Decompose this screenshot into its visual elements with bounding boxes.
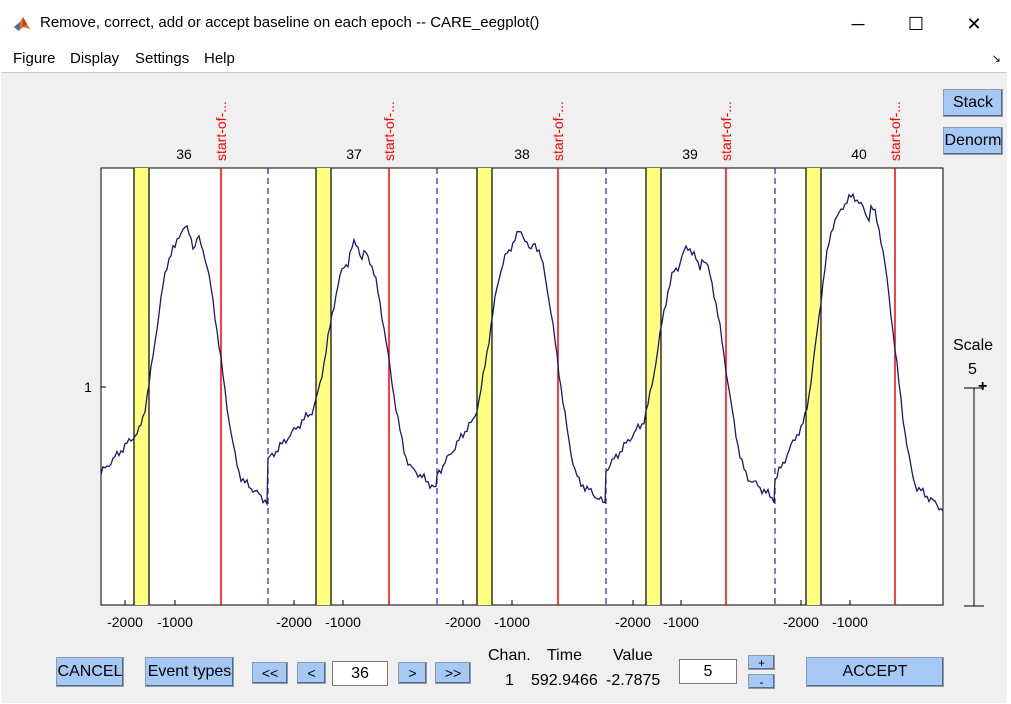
time-header: Time (547, 647, 582, 664)
baseline-window (134, 168, 149, 605)
cancel-button[interactable]: CANCEL (56, 657, 124, 687)
baseline-window (477, 168, 492, 605)
epoch-number-input[interactable]: 36 (332, 661, 388, 686)
event-type-label: start-of-... (887, 101, 903, 161)
value-value: -2.7875 (606, 672, 661, 689)
epoch-number-label: 38 (514, 146, 530, 162)
x-tick-label: -2000 (783, 614, 819, 630)
epoch-number-label: 40 (851, 146, 867, 162)
baseline-window (806, 168, 821, 605)
time-value: 592.9466 (531, 672, 598, 689)
last-epoch-button[interactable]: >> (435, 662, 471, 684)
scale-slider[interactable] (960, 380, 990, 610)
x-tick-label: -1000 (494, 614, 530, 630)
x-tick-label: -2000 (107, 614, 143, 630)
chan-value: 1 (505, 672, 514, 689)
scale-handle-icon[interactable]: + (978, 378, 987, 396)
scale-label: Scale (953, 337, 994, 354)
event-type-label: start-of-... (550, 101, 566, 161)
epoch-number-label: 36 (176, 146, 192, 162)
epoch-number-label: 37 (346, 146, 362, 162)
epoch-number-label: 39 (682, 146, 698, 162)
scale-down-button[interactable]: - (748, 674, 775, 689)
eeg-plot: 36 start-of-... -2000 -1000 37 start-of-... -2… (84, 101, 944, 630)
x-tick-label: -2000 (276, 614, 312, 630)
x-tick-label: -1000 (325, 614, 361, 630)
prev-epoch-button[interactable]: < (297, 662, 326, 684)
y-tick-label: 1 (84, 379, 92, 395)
x-tick-label: -1000 (663, 614, 699, 630)
chan-header: Chan. (488, 647, 531, 664)
denorm-button[interactable]: Denorm (943, 127, 1003, 155)
x-tick-label: -1000 (832, 614, 868, 630)
event-types-button[interactable]: Event types (145, 657, 234, 687)
x-tick-label: -2000 (615, 614, 651, 630)
next-epoch-button[interactable]: > (398, 662, 427, 684)
scale-value: 5 (968, 361, 977, 378)
scale-input[interactable]: 5 (679, 659, 737, 684)
event-type-label: start-of-... (213, 101, 229, 161)
x-tick-label: -2000 (445, 614, 481, 630)
first-epoch-button[interactable]: << (252, 662, 288, 684)
scale-up-button[interactable]: + (748, 655, 775, 670)
event-type-label: start-of-... (718, 101, 734, 161)
event-type-label: start-of-... (381, 101, 397, 161)
baseline-window (646, 168, 661, 605)
value-header: Value (613, 647, 653, 664)
x-tick-label: -1000 (157, 614, 193, 630)
accept-button[interactable]: ACCEPT (806, 657, 944, 687)
stack-button[interactable]: Stack (943, 89, 1003, 117)
baseline-window (316, 168, 331, 605)
